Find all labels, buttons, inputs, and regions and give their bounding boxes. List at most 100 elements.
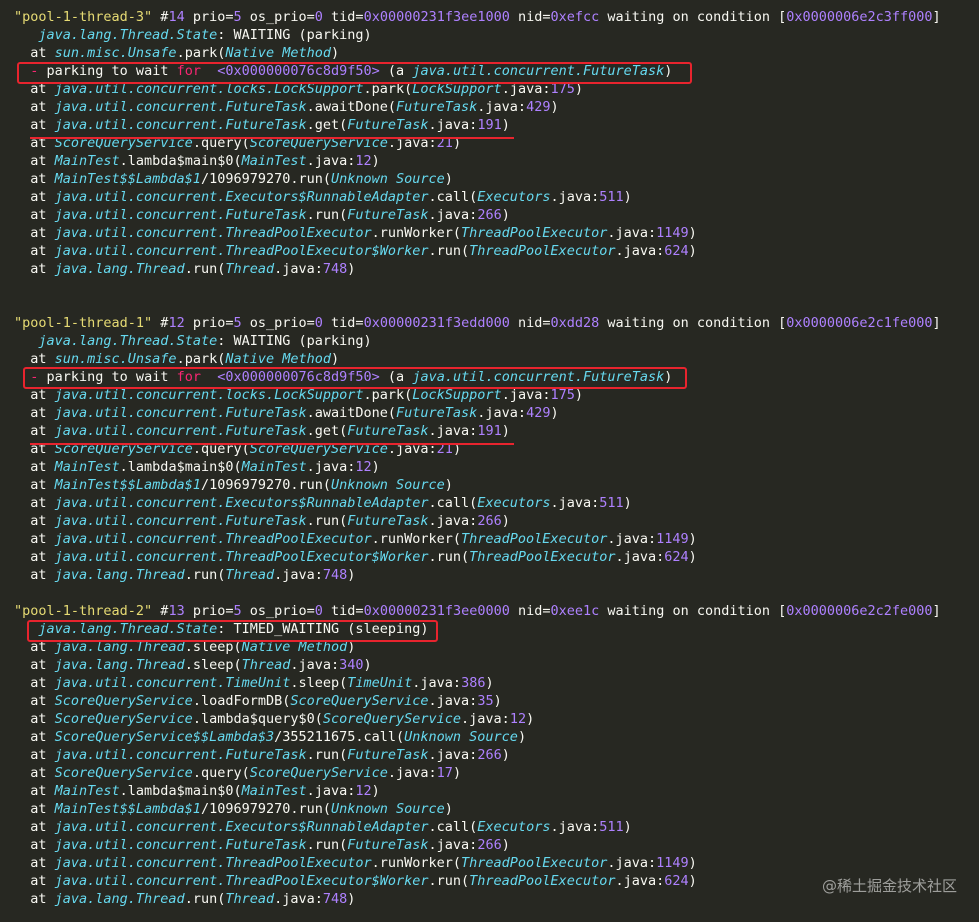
code-token: at <box>14 171 55 187</box>
code-token: waiting on condition [ <box>599 315 787 331</box>
code-token: .run( <box>428 243 470 259</box>
code-line: at java.util.concurrent.FutureTask.get(F… <box>14 422 510 440</box>
code-token: java.util.concurrent.ThreadPoolExecutor <box>54 225 372 241</box>
code-line: at MainTest.lambda$main$0(MainTest.java:… <box>14 152 380 170</box>
code-line: at sun.misc.Unsafe.park(Native Method) <box>14 350 339 368</box>
code-line: at java.util.concurrent.ThreadPoolExecut… <box>14 854 697 872</box>
code-token: at <box>14 459 55 475</box>
code-token: 0xdd28 <box>550 315 600 331</box>
code-token: java.util.concurrent.FutureTask <box>54 837 307 853</box>
code-token: 12 <box>355 459 372 475</box>
code-token: Unknown Source <box>331 171 445 187</box>
code-token: at <box>14 567 55 583</box>
code-token: java.util.concurrent.Executors$RunnableA… <box>54 189 429 205</box>
code-token: ) <box>444 477 453 493</box>
code-line: at java.util.concurrent.Executors$Runnab… <box>14 818 632 836</box>
code-token: java.util.concurrent.locks.LockSupport <box>54 387 364 403</box>
code-token: java.util.concurrent.Executors$RunnableA… <box>54 819 429 835</box>
code-token: .run( <box>184 261 226 277</box>
code-token: .call( <box>428 189 478 205</box>
code-token: ThreadPoolExecutor <box>469 549 616 565</box>
code-token: .call( <box>428 495 478 511</box>
code-line: at MainTest$$Lambda$1/1096979270.run(Unk… <box>14 170 453 188</box>
code-token: ) <box>371 783 380 799</box>
code-token: 0x00000231f3ee1000 <box>363 9 510 25</box>
code-token: 0 <box>314 315 323 331</box>
code-token: at <box>14 45 55 61</box>
code-token: 429 <box>526 405 551 421</box>
code-token: ) <box>501 837 510 853</box>
underline-futuretask-get-thread-1 <box>30 443 514 445</box>
code-token: .run( <box>428 549 470 565</box>
code-token: java.util.concurrent.ThreadPoolExecutor$… <box>54 549 429 565</box>
code-token: 12 <box>168 315 185 331</box>
code-token: .java: <box>274 567 323 583</box>
code-token: FutureTask <box>347 513 429 529</box>
code-token: at <box>14 207 55 223</box>
code-token: ThreadPoolExecutor <box>461 225 608 241</box>
code-line: at java.util.concurrent.FutureTask.run(F… <box>14 746 510 764</box>
code-token: 429 <box>526 99 551 115</box>
code-token: .java: <box>428 423 478 439</box>
code-token: ) <box>331 351 340 367</box>
code-token: ScoreQueryService <box>54 711 193 727</box>
code-token: at <box>14 225 55 241</box>
code-token: java.util.concurrent.ThreadPoolExecutor <box>54 531 372 547</box>
code-token: 266 <box>477 747 502 763</box>
code-token: .run( <box>306 207 348 223</box>
code-line: at sun.misc.Unsafe.park(Native Method) <box>14 44 339 62</box>
code-line: at java.lang.Thread.run(Thread.java:748) <box>14 566 355 584</box>
code-token: at <box>14 495 55 511</box>
code-token: 0x00000231f3ee0000 <box>363 603 510 619</box>
code-token: ) <box>371 153 380 169</box>
code-token: java.util.concurrent.FutureTask <box>54 207 307 223</box>
code-token: .get( <box>306 117 348 133</box>
code-token: /355211675.call( <box>274 729 405 745</box>
code-token: .java: <box>428 117 478 133</box>
code-token: at <box>14 837 55 853</box>
code-line: at ScoreQueryService.lambda$query$0(Scor… <box>14 710 534 728</box>
code-token: FutureTask <box>347 117 429 133</box>
code-token: .java: <box>550 495 600 511</box>
code-token: 624 <box>664 549 689 565</box>
code-token: "pool-1-thread-1" <box>14 315 153 331</box>
code-token: ) <box>347 891 356 907</box>
code-token: .java: <box>615 873 665 889</box>
code-token: MainTest <box>54 783 120 799</box>
code-token: at <box>14 351 55 367</box>
code-token: .java: <box>428 207 478 223</box>
code-token: .java: <box>550 189 600 205</box>
code-token: ] <box>932 315 941 331</box>
code-token: ) <box>550 405 559 421</box>
code-token: .java: <box>501 387 551 403</box>
code-token: 191 <box>477 423 502 439</box>
code-token: Executors <box>477 189 551 205</box>
code-token: FutureTask <box>347 747 429 763</box>
code-token: at <box>14 873 55 889</box>
code-token: prio= <box>184 603 234 619</box>
code-token: java.util.concurrent.FutureTask <box>54 99 307 115</box>
code-token: .awaitDone( <box>306 99 397 115</box>
code-token: os_prio= <box>241 603 315 619</box>
code-token: at <box>14 711 55 727</box>
code-token: # <box>152 9 169 25</box>
code-line: at java.util.concurrent.FutureTask.run(F… <box>14 836 510 854</box>
code-token: MainTest <box>241 459 307 475</box>
code-line: at java.util.concurrent.FutureTask.run(F… <box>14 512 510 530</box>
code-token: at <box>14 189 55 205</box>
code-line: at java.util.concurrent.ThreadPoolExecut… <box>14 224 697 242</box>
code-token: 624 <box>664 243 689 259</box>
code-token: java.util.concurrent.ThreadPoolExecutor$… <box>54 243 429 259</box>
code-token: .park( <box>176 351 226 367</box>
code-token: .sleep( <box>184 657 242 673</box>
code-token: 340 <box>339 657 364 673</box>
code-token: ) <box>623 819 632 835</box>
code-token: ) <box>688 225 697 241</box>
code-token: MainTest <box>241 783 307 799</box>
code-token: 266 <box>477 513 502 529</box>
code-token: 0xee1c <box>550 603 600 619</box>
code-line: at java.util.concurrent.FutureTask.run(F… <box>14 206 510 224</box>
code-token: ) <box>501 513 510 529</box>
code-token: at <box>14 693 55 709</box>
